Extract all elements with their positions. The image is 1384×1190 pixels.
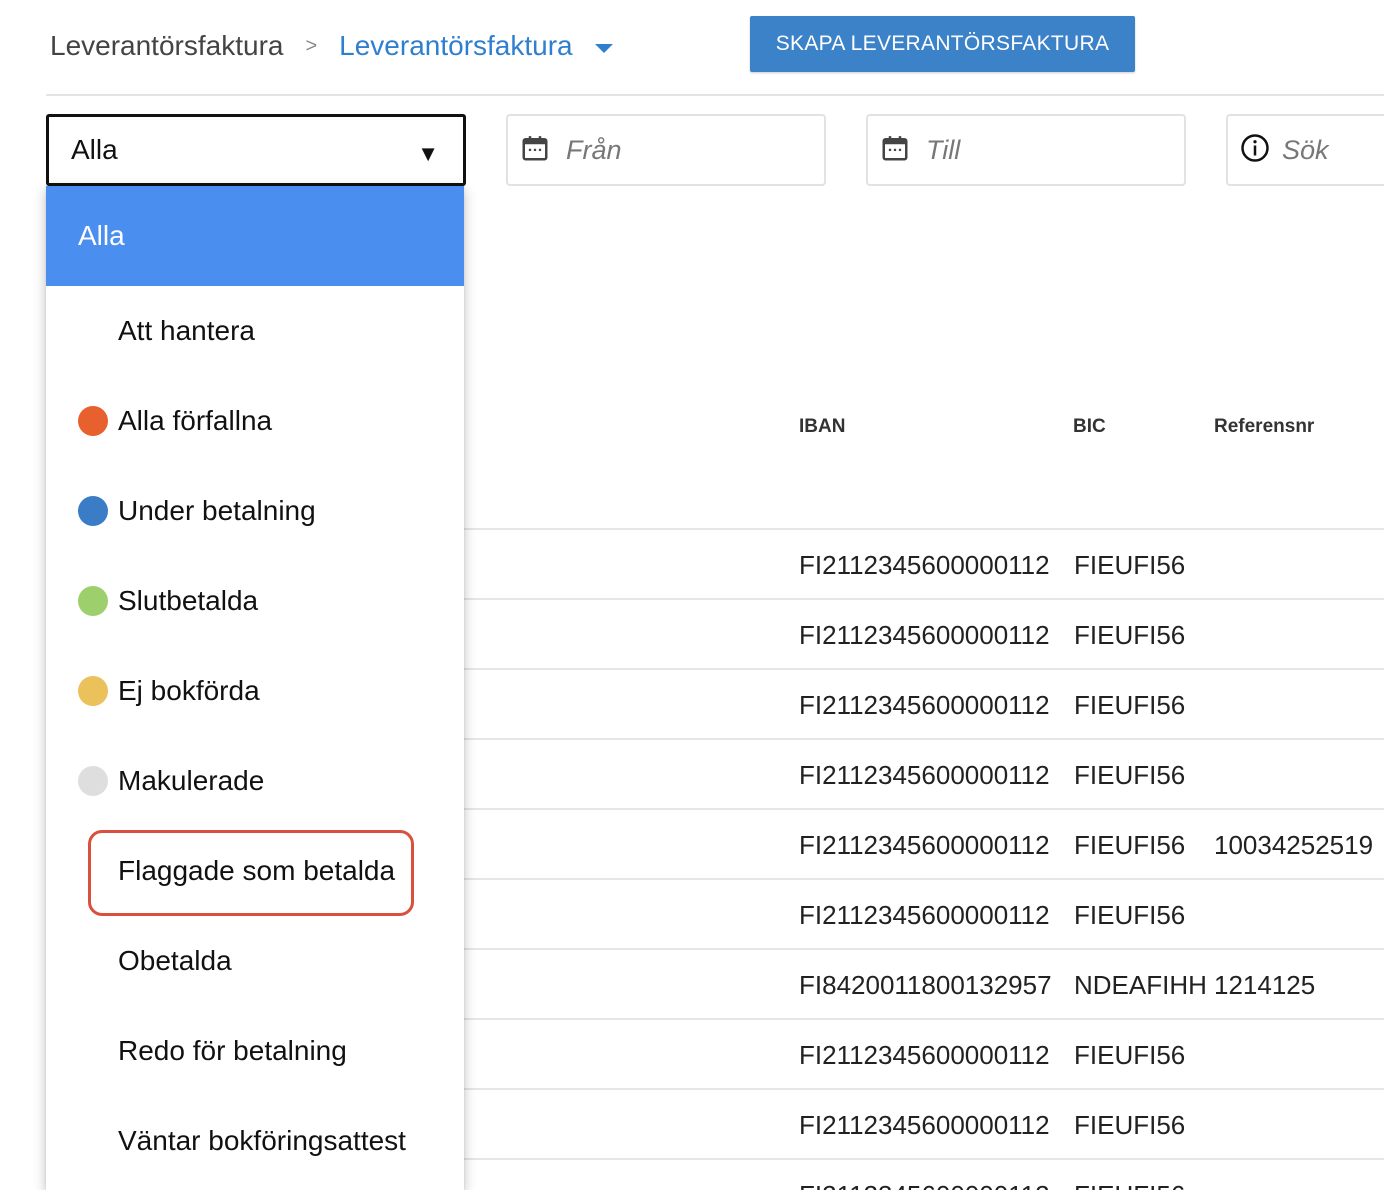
- bic-cell: FIEUFI56: [1074, 1040, 1186, 1070]
- from-date-field[interactable]: Från: [506, 114, 826, 186]
- iban-cell: FI2112345600000112: [799, 550, 1050, 580]
- status-dot-icon: [78, 496, 108, 526]
- page: Leverantörsfaktura > Leverantörsfaktura …: [0, 0, 1384, 1190]
- status-dot-icon: [78, 676, 108, 706]
- table-row[interactable]: FI2112345600000112 FIEUFI56: [464, 668, 1384, 738]
- status-option-unpaid[interactable]: Obetalda: [46, 916, 464, 1006]
- status-option-fully-paid[interactable]: Slutbetalda: [46, 556, 464, 646]
- option-label: Alla förfallna: [118, 405, 273, 436]
- bic-cell: FIEUFI56: [1074, 830, 1186, 860]
- option-label: Väntar bokföringsattest: [118, 1125, 406, 1156]
- bic-cell: FIEUFI56: [1074, 760, 1186, 790]
- breadcrumb-root[interactable]: Leverantörsfaktura: [50, 30, 283, 62]
- status-option-voided[interactable]: Makulerade: [46, 736, 464, 826]
- breadcrumb: Leverantörsfaktura > Leverantörsfaktura: [50, 26, 613, 66]
- table-row[interactable]: FI2112345600000112 FIEUFI56: [464, 528, 1384, 598]
- status-dot-icon: [78, 586, 108, 616]
- table-row[interactable]: FI2112345600000112 FIEUFI56 10034252519: [464, 808, 1384, 878]
- bic-cell: FIEUFI56: [1074, 690, 1186, 720]
- status-option-under-payment[interactable]: Under betalning: [46, 466, 464, 556]
- triangle-down-icon: ▼: [417, 141, 439, 166]
- bic-cell: FIEUFI56: [1074, 550, 1186, 580]
- table-row[interactable]: FI2112345600000112 FIEUFI56: [464, 1088, 1384, 1158]
- search-field[interactable]: Sök: [1226, 114, 1384, 186]
- status-dot-icon: [78, 766, 108, 796]
- option-label: Redo för betalning: [118, 1035, 347, 1066]
- iban-cell: FI2112345600000112: [799, 1040, 1050, 1070]
- info-icon[interactable]: [1240, 133, 1270, 168]
- to-date-placeholder: Till: [926, 134, 961, 165]
- iban-cell: FI2112345600000112: [799, 900, 1050, 930]
- search-placeholder: Sök: [1282, 134, 1329, 165]
- iban-cell: FI2112345600000112: [799, 690, 1050, 720]
- from-date-placeholder: Från: [566, 134, 622, 165]
- to-date-field[interactable]: Till: [866, 114, 1186, 186]
- table-row[interactable]: FI2112345600000112 FIEUFI56: [464, 1018, 1384, 1088]
- iban-cell: FI2112345600000112: [799, 620, 1050, 650]
- table-row[interactable]: FI2112345600000112 FIEUFI56: [464, 738, 1384, 808]
- status-option-all[interactable]: Alla: [46, 186, 464, 286]
- header-divider: [46, 94, 1384, 96]
- status-option-not-booked[interactable]: Ej bokförda: [46, 646, 464, 736]
- option-label: Att hantera: [118, 315, 255, 346]
- breadcrumb-separator: >: [305, 34, 318, 57]
- iban-cell: FI2112345600000112: [799, 1180, 1050, 1190]
- option-label: Ej bokförda: [118, 675, 260, 706]
- table-row[interactable]: FI2112345600000112 FIEUFI56: [464, 878, 1384, 948]
- status-dropdown-menu: Alla Att hantera Alla förfallna Under be…: [46, 186, 464, 1190]
- calendar-icon[interactable]: [880, 133, 910, 168]
- create-supplier-invoice-button[interactable]: SKAPA LEVERANTÖRSFAKTURA: [750, 16, 1135, 72]
- table-row[interactable]: FI2112345600000112 FIEUFI56: [464, 598, 1384, 668]
- option-label: Slutbetalda: [118, 585, 259, 616]
- status-filter-select[interactable]: Alla ▼: [46, 114, 466, 186]
- column-header-reference[interactable]: Referensnr: [1214, 416, 1314, 438]
- status-option-all-overdue[interactable]: Alla förfallna: [46, 376, 464, 466]
- iban-cell: FI2112345600000112: [799, 760, 1050, 790]
- status-option-awaiting-booking-approval[interactable]: Väntar bokföringsattest: [46, 1096, 464, 1186]
- option-label: Makulerade: [118, 765, 265, 796]
- status-filter-value: Alla: [71, 134, 118, 165]
- option-label: Under betalning: [118, 495, 316, 526]
- caret-down-icon[interactable]: [594, 43, 613, 53]
- bic-cell: FIEUFI56: [1074, 900, 1186, 930]
- iban-cell: FI8420011800132957: [799, 970, 1052, 1000]
- bic-cell: FIEUFI56: [1074, 620, 1186, 650]
- option-label: Alla: [78, 220, 125, 251]
- option-label: Obetalda: [118, 945, 232, 976]
- iban-cell: FI2112345600000112: [799, 1110, 1050, 1140]
- status-dot-icon: [78, 406, 108, 436]
- table-row[interactable]: FI8420011800132957 NDEAFIHH 1214125: [464, 948, 1384, 1018]
- bic-cell: FIEUFI56: [1074, 1180, 1185, 1190]
- reference-cell: 1214125: [1214, 970, 1316, 1000]
- column-header-bic[interactable]: BIC: [1073, 416, 1106, 438]
- highlight-outline: [88, 830, 414, 916]
- bic-cell: NDEAFIHH: [1074, 970, 1207, 1000]
- status-option-to-handle[interactable]: Att hantera: [46, 286, 464, 376]
- column-header-iban[interactable]: IBAN: [799, 416, 845, 438]
- status-option-ready-for-payment[interactable]: Redo för betalning: [46, 1006, 464, 1096]
- calendar-icon[interactable]: [520, 133, 550, 168]
- table-row[interactable]: FI2112345600000112 FIEUFI56: [464, 1158, 1384, 1190]
- bic-cell: FIEUFI56: [1074, 1110, 1186, 1140]
- iban-cell: FI2112345600000112: [799, 830, 1050, 860]
- reference-cell: 10034252519: [1214, 830, 1374, 860]
- breadcrumb-current[interactable]: Leverantörsfaktura: [339, 30, 572, 62]
